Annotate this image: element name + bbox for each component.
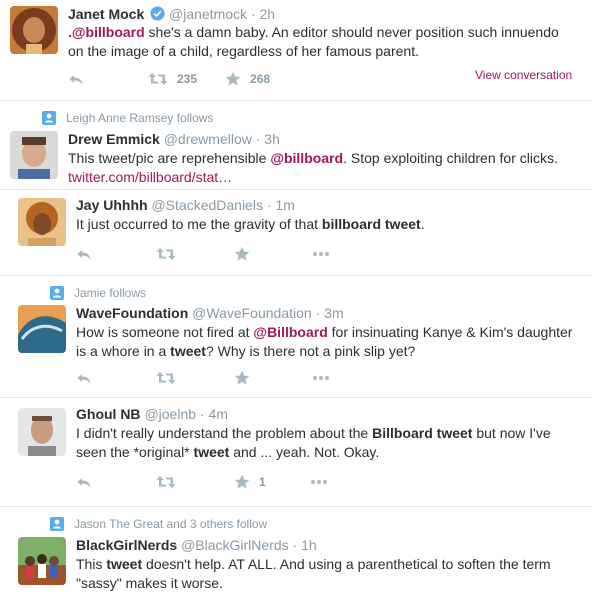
favorite-icon <box>234 474 250 490</box>
avatar[interactable] <box>10 131 58 179</box>
avatar[interactable] <box>10 6 58 54</box>
tweet-item[interactable]: Janet Mock @janetmock · 2h .@billboard s… <box>0 0 592 101</box>
favorite-count: 1 <box>259 475 266 489</box>
avatar[interactable] <box>18 305 66 353</box>
highlight-term: billboard tweet <box>321 216 421 232</box>
text-segment: I didn't really understand the problem a… <box>76 425 373 441</box>
timestamp[interactable]: 3h <box>264 131 280 147</box>
retweet-icon[interactable] <box>156 246 176 262</box>
view-conversation-link[interactable]: View conversation <box>475 68 572 82</box>
reply-icon[interactable] <box>68 71 84 87</box>
tweet-text: This tweet doesn't help. AT ALL. And usi… <box>76 555 576 593</box>
tweet-item[interactable]: Jamie follows WaveFoundation @WaveFounda… <box>0 276 592 398</box>
reply-icon[interactable] <box>76 474 92 490</box>
tweet-item[interactable]: Leigh Anne Ramsey follows Drew Emmick @d… <box>0 101 592 190</box>
retweet-button[interactable]: 235 <box>148 71 197 87</box>
display-name[interactable]: BlackGirlNerds <box>76 537 177 553</box>
text-segment: It just occurred to me the gravity of th… <box>76 216 322 232</box>
separator-dot: · <box>199 406 205 422</box>
favorite-count: 268 <box>250 72 271 86</box>
social-context: Jamie follows <box>50 285 146 304</box>
timestamp[interactable]: 1h <box>301 537 317 553</box>
text-segment: How is someone not fired at <box>76 324 254 340</box>
reply-icon[interactable] <box>76 246 92 262</box>
display-name[interactable]: Drew Emmick <box>68 131 160 147</box>
favorite-icon[interactable] <box>234 246 250 262</box>
tweet-item[interactable]: Jason The Great and 3 others follow Blac… <box>0 507 592 610</box>
text-segment: and ... yeah. Not. Okay. <box>229 444 380 460</box>
tweet-actions <box>76 369 330 387</box>
tweet-text: .@billboard she's a damn baby. An editor… <box>68 23 568 61</box>
tweet-text: This tweet/pic are reprehensible @billbo… <box>68 149 578 187</box>
retweet-icon[interactable] <box>156 370 176 386</box>
separator-dot: · <box>266 197 272 213</box>
person-follow-icon <box>50 517 64 535</box>
text-segment: ? Why is there not a pink slip yet? <box>205 343 416 359</box>
tweet-text: It just occurred to me the gravity of th… <box>76 215 576 234</box>
social-context: Leigh Anne Ramsey follows <box>42 110 213 129</box>
text-segment: This tweet/pic are reprehensible <box>68 150 271 166</box>
favorite-icon <box>225 71 241 87</box>
favorite-icon[interactable] <box>234 370 250 386</box>
retweet-icon[interactable] <box>156 474 176 490</box>
more-icon[interactable] <box>310 479 328 485</box>
tweet-link[interactable]: twitter.com/billboard/stat… <box>68 169 232 185</box>
text-segment: doesn't help. AT ALL. And using a parent… <box>76 556 551 591</box>
avatar[interactable] <box>18 198 66 246</box>
separator-dot: · <box>250 6 256 22</box>
highlight-term: tweet <box>193 444 230 460</box>
mention-link[interactable]: .@billboard <box>68 24 145 40</box>
more-icon[interactable] <box>312 375 330 381</box>
separator-dot: · <box>315 305 321 321</box>
separator-dot: · <box>292 537 298 553</box>
separator-dot: · <box>255 131 261 147</box>
favorite-button[interactable]: 1 <box>234 474 266 490</box>
person-follow-icon <box>50 286 64 304</box>
display-name[interactable]: Janet Mock <box>68 6 144 22</box>
display-name[interactable]: WaveFoundation <box>76 305 188 321</box>
timestamp[interactable]: 4m <box>208 406 227 422</box>
user-handle[interactable]: @drewmellow <box>164 131 252 147</box>
text-segment: . <box>420 216 425 232</box>
user-handle[interactable]: @BlackGirlNerds <box>181 537 289 553</box>
display-name[interactable]: Jay Uhhhh <box>76 197 148 213</box>
tweet-text: How is someone not fired at @Billboard f… <box>76 323 576 361</box>
tweet-actions: 235 268 <box>68 70 270 88</box>
tweet-item[interactable]: Ghoul NB @joelnb · 4m I didn't really un… <box>0 398 592 507</box>
mention-link[interactable]: @billboard <box>270 150 343 166</box>
person-follow-icon <box>42 111 56 129</box>
highlight-term: tweet <box>170 343 206 359</box>
user-handle[interactable]: @joelnb <box>144 406 196 422</box>
avatar[interactable] <box>18 537 66 585</box>
user-handle[interactable]: @WaveFoundation <box>192 305 312 321</box>
timestamp[interactable]: 2h <box>260 6 276 22</box>
avatar[interactable] <box>18 408 66 456</box>
highlight-term: Billboard tweet <box>372 425 473 441</box>
display-name[interactable]: Ghoul NB <box>76 406 141 422</box>
social-context: Jason The Great and 3 others follow <box>50 516 267 535</box>
text-segment: . Stop exploiting children for clicks. <box>343 150 558 166</box>
favorite-button[interactable]: 268 <box>225 71 270 87</box>
tweet-item[interactable]: Jay Uhhhh @StackedDaniels · 1m It just o… <box>0 190 592 276</box>
tweet-actions: 1 <box>76 473 328 491</box>
user-handle[interactable]: @janetmock <box>169 6 247 22</box>
mention-link[interactable]: @Billboard <box>253 324 327 340</box>
reply-icon[interactable] <box>76 370 92 386</box>
highlight-term: tweet <box>106 556 143 572</box>
timestamp[interactable]: 1m <box>275 197 294 213</box>
more-icon[interactable] <box>312 251 330 257</box>
tweet-actions <box>76 245 330 263</box>
timestamp[interactable]: 3m <box>324 305 343 321</box>
retweet-count: 235 <box>177 72 198 86</box>
tweet-text: I didn't really understand the problem a… <box>76 424 581 462</box>
text-segment: This <box>76 556 107 572</box>
user-handle[interactable]: @StackedDaniels <box>151 197 263 213</box>
tweet-feed: Janet Mock @janetmock · 2h .@billboard s… <box>0 0 592 610</box>
retweet-icon <box>148 71 168 87</box>
